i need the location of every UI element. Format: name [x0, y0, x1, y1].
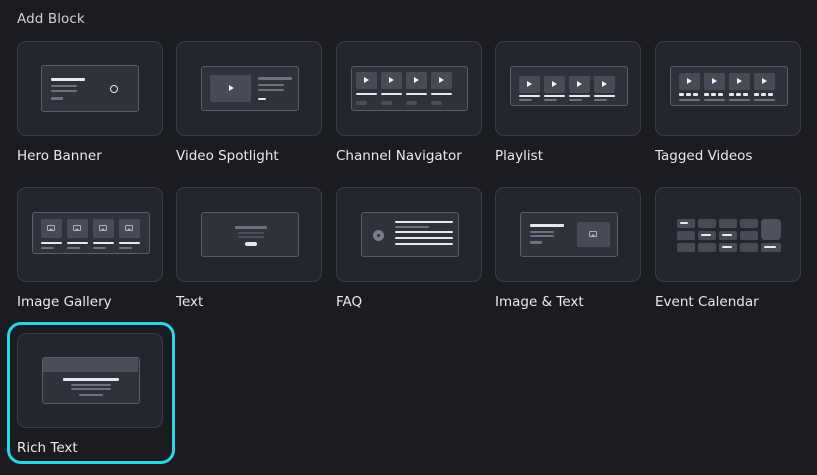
block-hero-banner[interactable]: Hero Banner [17, 41, 163, 183]
block-label: Rich Text [17, 440, 78, 456]
text-block-icon [176, 187, 322, 282]
block-label: Hero Banner [17, 148, 102, 164]
block-label: Playlist [495, 148, 543, 164]
block-label: Image Gallery [17, 294, 112, 310]
block-rich-text[interactable]: Rich Text [17, 333, 163, 475]
block-tagged-videos[interactable]: Tagged Videos [655, 41, 801, 183]
block-label: Text [176, 294, 204, 310]
block-label: Image & Text [495, 294, 584, 310]
event-calendar-icon [655, 187, 801, 282]
block-label: Tagged Videos [655, 148, 753, 164]
image-gallery-icon [17, 187, 163, 282]
channel-navigator-icon [336, 41, 482, 136]
block-image-and-text[interactable]: Image & Text [495, 187, 641, 329]
block-event-calendar[interactable]: Event Calendar [655, 187, 801, 329]
block-label: FAQ [336, 294, 363, 310]
block-faq[interactable]: FAQ [336, 187, 482, 329]
block-channel-navigator[interactable]: Channel Navigator [336, 41, 482, 183]
block-playlist[interactable]: Playlist [495, 41, 641, 183]
add-block-title: Add Block [17, 11, 85, 27]
playlist-icon [495, 41, 641, 136]
block-label: Video Spotlight [176, 148, 279, 164]
faq-icon [336, 187, 482, 282]
block-video-spotlight[interactable]: Video Spotlight [176, 41, 322, 183]
rich-text-icon [17, 333, 163, 428]
block-image-gallery[interactable]: Image Gallery [17, 187, 163, 329]
tagged-videos-icon [655, 41, 801, 136]
image-text-icon [495, 187, 641, 282]
block-label: Channel Navigator [336, 148, 462, 164]
video-spotlight-icon [176, 41, 322, 136]
hero-banner-icon [17, 41, 163, 136]
block-text[interactable]: Text [176, 187, 322, 329]
block-label: Event Calendar [655, 294, 759, 310]
